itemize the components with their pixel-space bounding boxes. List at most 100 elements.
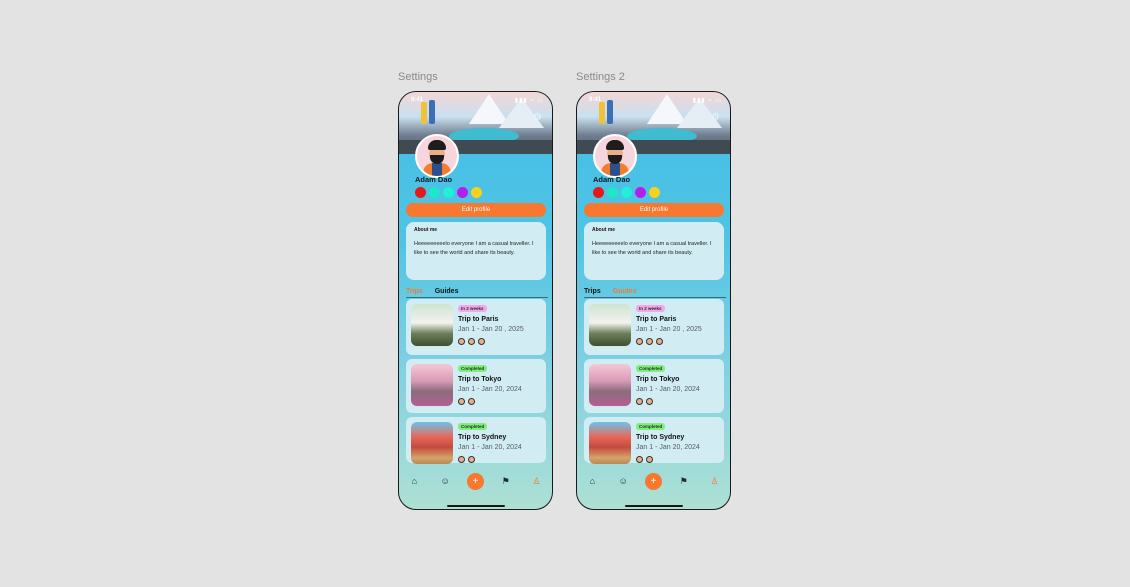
about-card: About me Heeeeeeeeelo everyone I am a ca… [406, 222, 546, 280]
color-dot [471, 187, 482, 198]
home-indicator [446, 505, 505, 507]
trip-card[interactable]: Completed Trip to Tokyo Jan 1 - Jan 20, 20… [406, 359, 546, 413]
color-dot [443, 187, 454, 198]
map-icon[interactable]: ⚑ [675, 476, 693, 487]
trip-card[interactable]: Completed Trip to Sydney Jan 1 - Jan 20, 2… [584, 417, 724, 464]
tab-trips[interactable]: Trips [406, 288, 423, 295]
trip-thumbnail [411, 364, 453, 406]
trip-dates: Jan 1 - Jan 20, 2024 [636, 444, 700, 451]
participant-avatar [458, 338, 465, 345]
trip-dates: Jan 1 - Jan 20, 2024 [458, 386, 522, 393]
phone-frame-settings: 9:41 ▮▮▮ ≈ ▭ ⚙ Adam Dao Edit profile Abo… [398, 91, 553, 510]
trip-dates: Jan 1 - Jan 20 , 2025 [636, 326, 702, 333]
map-icon[interactable]: ⚑ [497, 476, 515, 487]
trip-thumbnail [411, 304, 453, 346]
home-icon[interactable]: ⌂ [405, 476, 423, 486]
participant-avatar [458, 456, 465, 463]
participant-avatar [646, 456, 653, 463]
participant-avatar [468, 398, 475, 405]
trip-status-badge: Completed [458, 423, 488, 430]
about-title: About me [414, 227, 438, 233]
trip-participants [636, 338, 663, 345]
profile-tabs: Trips Guides [584, 288, 636, 295]
smile-icon[interactable]: ☺ [436, 476, 454, 486]
trip-card[interactable]: Completed Trip to Sydney Jan 1 - Jan 20, 2… [406, 417, 546, 464]
smile-icon[interactable]: ☺ [614, 476, 632, 486]
color-dots [593, 187, 660, 198]
color-dot [635, 187, 646, 198]
edit-profile-button[interactable]: Edit profile [406, 203, 546, 217]
trip-status-badge: Completed [636, 423, 666, 430]
home-indicator [624, 505, 683, 507]
gear-icon[interactable]: ⚙ [711, 112, 720, 123]
trip-card[interactable]: In 2 weeks Trip to Paris Jan 1 - Jan 20 , … [584, 299, 724, 355]
trip-title: Trip to Paris [458, 316, 499, 323]
color-dot [593, 187, 604, 198]
tab-trips[interactable]: Trips [584, 288, 601, 295]
trip-dates: Jan 1 - Jan 20, 2024 [636, 386, 700, 393]
status-time: 9:41 [589, 97, 602, 103]
color-dot [607, 187, 618, 198]
trip-thumbnail [411, 422, 453, 464]
gear-icon[interactable]: ⚙ [533, 112, 542, 123]
add-icon[interactable]: + [644, 472, 662, 490]
trip-title: Trip to Tokyo [636, 376, 680, 383]
color-dot [621, 187, 632, 198]
phone-frame-settings-2: 9:41 ▮▮▮ ≈ ▭ ⚙ Adam Dao Edit profile Abo… [576, 91, 731, 510]
participant-avatar [636, 338, 643, 345]
trip-thumbnail [589, 364, 631, 406]
tab-guides[interactable]: Guides [613, 288, 637, 295]
trip-title: Trip to Sydney [636, 434, 685, 441]
trip-participants [458, 338, 485, 345]
avatar[interactable] [415, 134, 459, 178]
trip-status-badge: Completed [458, 365, 488, 372]
trip-card[interactable]: In 2 weeks Trip to Paris Jan 1 - Jan 20 , … [406, 299, 546, 355]
color-dot [429, 187, 440, 198]
about-text: Heeeeeeeeelo everyone I am a casual trav… [592, 241, 712, 256]
trip-participants [458, 398, 475, 405]
edit-profile-button[interactable]: Edit profile [584, 203, 724, 217]
trip-thumbnail [589, 422, 631, 464]
about-card: About me Heeeeeeeeelo everyone I am a ca… [584, 222, 724, 280]
profile-name: Adam Dao [593, 175, 631, 184]
frame-label-settings: Settings [398, 71, 438, 83]
tab-divider [406, 297, 548, 298]
trip-participants [458, 456, 475, 463]
trip-title: Trip to Sydney [458, 434, 507, 441]
participant-avatar [468, 456, 475, 463]
color-dot [649, 187, 660, 198]
avatar[interactable] [593, 134, 637, 178]
profile-name: Adam Dao [415, 175, 453, 184]
status-time: 9:41 [411, 97, 424, 103]
trip-participants [636, 456, 653, 463]
bottom-nav: ⌂ ☺ + ⚑ ♙ [577, 470, 730, 492]
trip-dates: Jan 1 - Jan 20 , 2025 [458, 326, 524, 333]
home-icon[interactable]: ⌂ [583, 476, 601, 486]
status-icons: ▮▮▮ ≈ ▭ [514, 98, 544, 104]
trip-card[interactable]: Completed Trip to Tokyo Jan 1 - Jan 20, 20… [584, 359, 724, 413]
trip-title: Trip to Tokyo [458, 376, 502, 383]
participant-avatar [646, 338, 653, 345]
trip-status-badge: Completed [636, 365, 666, 372]
tab-guides[interactable]: Guides [435, 288, 459, 295]
trip-status-badge: In 2 weeks [636, 305, 665, 312]
participant-avatar [656, 338, 663, 345]
frame-label-settings-2: Settings 2 [576, 71, 625, 83]
participant-avatar [458, 398, 465, 405]
participant-avatar [478, 338, 485, 345]
about-text: Heeeeeeeeelo everyone I am a casual trav… [414, 241, 534, 256]
status-icons: ▮▮▮ ≈ ▭ [692, 98, 722, 104]
profile-icon[interactable]: ♙ [706, 476, 724, 487]
color-dot [457, 187, 468, 198]
about-title: About me [592, 227, 616, 233]
tab-divider [584, 297, 726, 298]
profile-tabs: Trips Guides [406, 288, 458, 295]
participant-avatar [646, 398, 653, 405]
participant-avatar [636, 398, 643, 405]
add-icon[interactable]: + [466, 472, 484, 490]
participant-avatar [636, 456, 643, 463]
profile-icon[interactable]: ♙ [528, 476, 546, 487]
bottom-nav: ⌂ ☺ + ⚑ ♙ [399, 470, 552, 492]
trip-status-badge: In 2 weeks [458, 305, 487, 312]
trip-dates: Jan 1 - Jan 20, 2024 [458, 444, 522, 451]
